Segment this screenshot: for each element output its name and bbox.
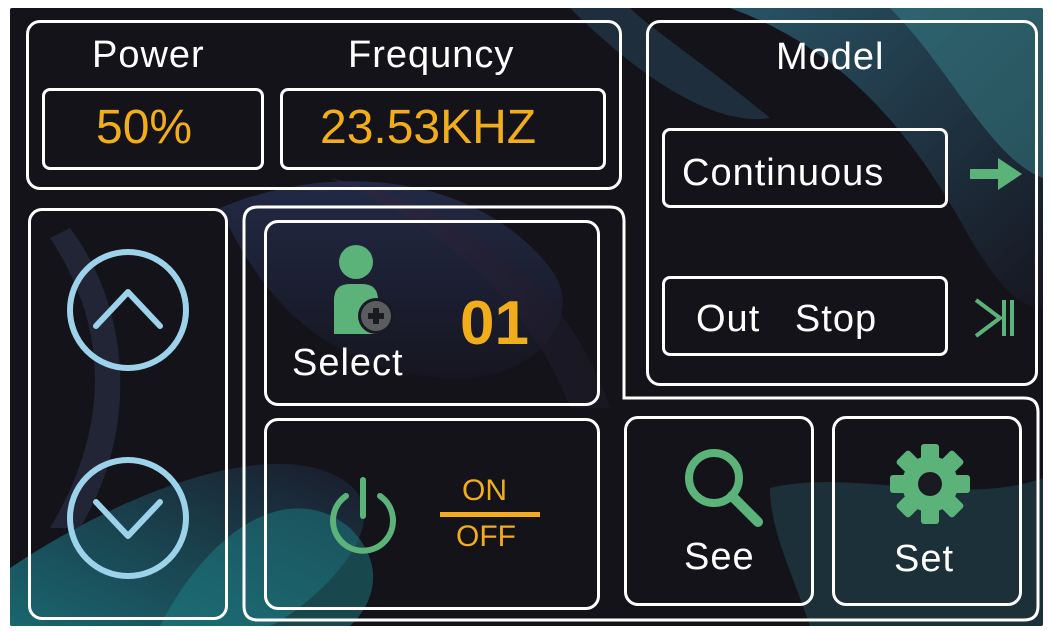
power-toggle-button[interactable] <box>264 418 600 610</box>
device-screen: Power Frequncy 50% 23.53KHZ Model Contin… <box>10 8 1043 626</box>
gear-icon <box>890 444 970 524</box>
user-add-icon <box>334 245 394 334</box>
set-label: Set <box>894 538 955 580</box>
power-icon <box>330 477 396 554</box>
on-label: ON <box>462 474 507 507</box>
off-label: OFF <box>456 520 516 553</box>
see-label: See <box>684 536 755 578</box>
select-label: Select <box>292 342 404 384</box>
select-value: 01 <box>460 289 529 358</box>
search-icon <box>685 449 763 527</box>
on-off-divider <box>440 512 540 517</box>
